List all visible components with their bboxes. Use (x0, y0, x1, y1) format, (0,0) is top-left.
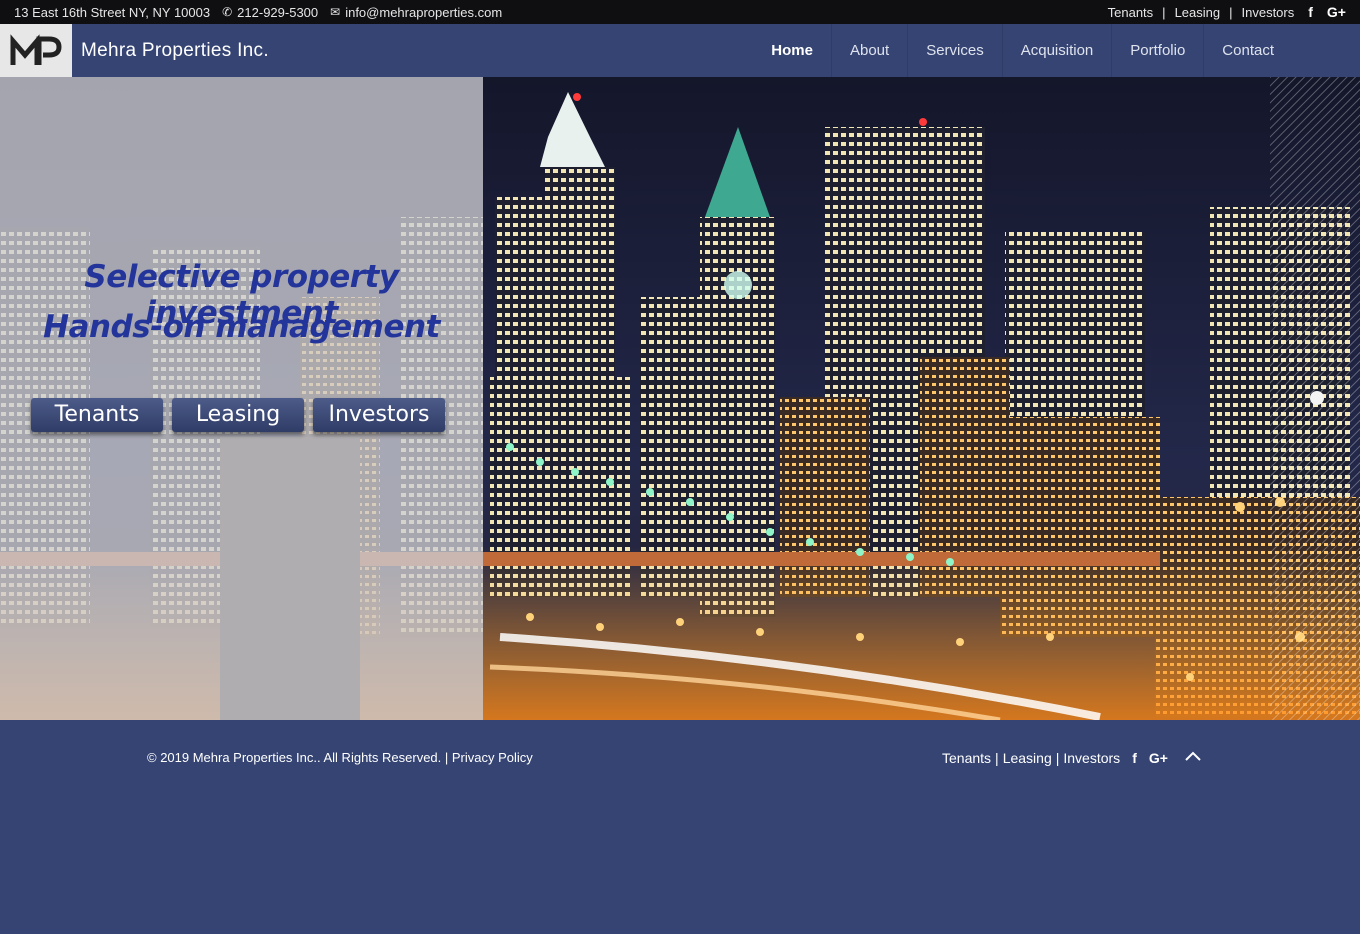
logo[interactable] (0, 24, 72, 77)
footer-links: Tenants | Leasing | Investors f G+ (942, 750, 1168, 766)
top-link-tenants[interactable]: Tenants (1108, 5, 1154, 20)
leasing-button[interactable]: Leasing (172, 398, 304, 432)
chevron-up-icon[interactable] (1184, 748, 1202, 764)
brand-name[interactable]: Mehra Properties Inc. (81, 24, 269, 77)
facebook-icon[interactable]: f (1308, 4, 1313, 20)
phone-icon: ✆ (222, 5, 233, 19)
address-text: 13 East 16th Street NY, NY 10003 (14, 4, 211, 20)
phone-text[interactable]: 212-929-5300 (237, 5, 318, 20)
footer-link-leasing[interactable]: Leasing (1003, 750, 1052, 766)
google-plus-icon[interactable]: G+ (1327, 4, 1346, 20)
nav-item-acquisition[interactable]: Acquisition (1001, 24, 1112, 77)
nav-item-about[interactable]: About (830, 24, 907, 77)
top-link-investors[interactable]: Investors (1242, 5, 1295, 20)
top-links: Tenants | Leasing | Investors f G+ (1108, 4, 1346, 20)
hero-headline-2: Hands-on management (43, 309, 440, 345)
site-header: Mehra Properties Inc. Home About Service… (0, 24, 1360, 80)
privacy-policy-link[interactable]: Privacy Policy (452, 750, 533, 765)
investors-button[interactable]: Investors (313, 398, 445, 432)
google-plus-icon[interactable]: G+ (1149, 750, 1168, 766)
slider-dot[interactable] (1310, 391, 1324, 405)
nav-item-contact[interactable]: Contact (1203, 24, 1292, 77)
top-bar: 13 East 16th Street NY, NY 10003 ✆ 212-9… (0, 0, 1360, 24)
footer-link-tenants[interactable]: Tenants (942, 750, 991, 766)
copyright-text: © 2019 Mehra Properties Inc.. All Rights… (147, 750, 449, 765)
copyright: © 2019 Mehra Properties Inc.. All Rights… (147, 750, 533, 765)
nav-item-home[interactable]: Home (753, 24, 831, 80)
main-nav: Home About Services Acquisition Portfoli… (753, 24, 1292, 80)
facebook-icon[interactable]: f (1132, 750, 1137, 766)
nav-item-portfolio[interactable]: Portfolio (1111, 24, 1203, 77)
separator: | (1162, 4, 1166, 20)
contact-info: 13 East 16th Street NY, NY 10003 ✆ 212-9… (14, 5, 502, 20)
separator: | (1055, 750, 1060, 766)
nav-item-services[interactable]: Services (907, 24, 1002, 77)
email-link[interactable]: info@mehraproperties.com (345, 5, 502, 20)
separator: | (1229, 4, 1233, 20)
hero-slider: Selective property investment Hands-on m… (0, 77, 1360, 720)
logo-mark (10, 33, 62, 65)
footer-link-investors[interactable]: Investors (1063, 750, 1120, 766)
tenants-button[interactable]: Tenants (31, 398, 163, 432)
separator: | (995, 750, 999, 766)
site-footer: © 2019 Mehra Properties Inc.. All Rights… (0, 720, 1360, 934)
top-link-leasing[interactable]: Leasing (1175, 5, 1221, 20)
mail-icon: ✉ (330, 5, 341, 19)
